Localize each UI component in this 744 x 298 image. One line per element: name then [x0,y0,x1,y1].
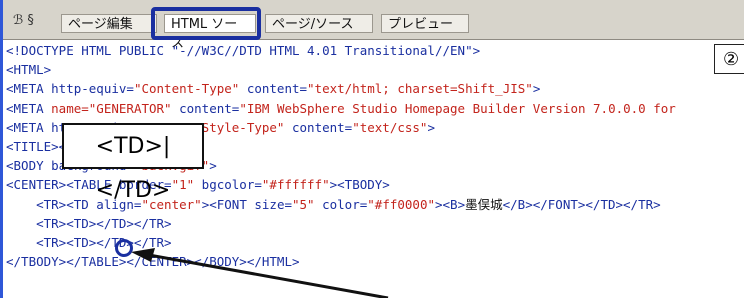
code-token: "#ffffff" [261,177,330,193]
code-token: ><TBODY> [329,177,390,193]
code-token: content= [171,100,240,116]
code-line[interactable]: <META name="GENERATOR" content="IBM WebS… [6,99,744,118]
toolbar-icons[interactable]: ℬ § [13,13,34,28]
code-token: </TBODY></TABLE></CENTER></BODY></HTML> [6,254,300,270]
code-token: <META [6,100,52,116]
code-token: 墨俣城 [465,196,503,212]
code-token: "text/html; charset=Shift_JIS" [307,81,533,97]
code-line[interactable]: <!DOCTYPE HTML PUBLIC "-//W3C//DTD HTML … [6,41,744,60]
code-token: color= [314,196,368,212]
cursor-callout: <TD>|</TD> [62,123,204,203]
tab-page-source[interactable]: ページ/ソース [265,14,373,33]
code-token: "Content-Type" [133,81,240,97]
code-token: bgcolor= [194,177,262,193]
code-line[interactable]: <HTML> [6,60,744,79]
code-token: ><B> [435,196,466,212]
left-window-border [0,0,3,298]
code-token: "IBM WebSphere Studio Homepage Builder V… [239,100,676,116]
code-token: > [427,119,435,135]
editor-tab-bar: ℬ § ページ編集 HTML ソース ページ/ソース プレビュー [3,0,744,51]
code-line[interactable]: </TBODY></TABLE></CENTER></BODY></HTML> [6,252,744,271]
cursor-position-circle [115,239,133,257]
code-token: <TR><TD></TD></TR> [6,234,172,250]
code-line[interactable]: <META http-equiv="Content-Type" content=… [6,79,744,98]
html-source-tab-highlight [151,7,261,40]
code-token: "text/css" [352,119,428,135]
code-token: <!DOCTYPE HTML PUBLIC "-//W3C//DTD HTML … [6,43,481,58]
tab-preview[interactable]: プレビュー [381,14,469,33]
step-number-label: ② [714,44,744,74]
code-line[interactable]: <TR><TD></TD></TR> [6,214,744,233]
code-token: "5" [292,196,315,212]
code-token: <HTML> [6,62,52,78]
code-token: content= [239,81,308,97]
code-token: Style-Type" [201,119,285,135]
code-token: "1" [171,177,195,193]
code-token: name="GENERATOR" [51,100,172,116]
code-token: > [532,81,541,97]
code-token: "#ff0000" [367,196,435,212]
code-token: </B></FONT></TD></TR> [502,196,661,212]
code-token: > [209,158,217,174]
tab-page-edit[interactable]: ページ編集 [61,14,157,33]
code-token: <TR><TD></TD></TR> [6,215,172,231]
code-token: content= [284,119,353,135]
code-token: <META [6,119,52,135]
code-token: ><FONT size= [201,196,292,212]
code-token: <META http-equiv= [6,81,134,97]
